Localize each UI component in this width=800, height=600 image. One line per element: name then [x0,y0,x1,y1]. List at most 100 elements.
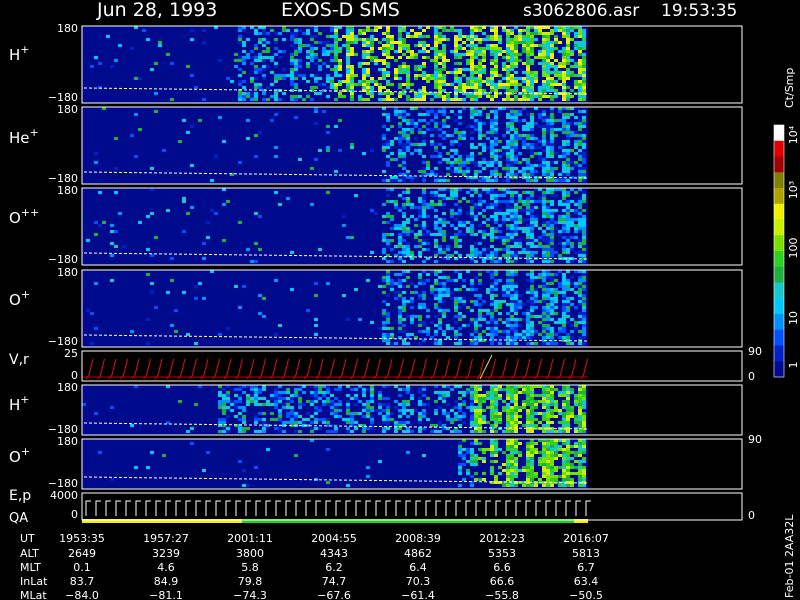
footer-row-label: MLat [20,589,47,600]
ep-sweep [355,500,361,516]
ep-sweep [325,500,331,516]
ytick-bottom: 0 [71,508,78,521]
vr-tick [177,358,186,380]
footer-cell: 2004:55 [311,532,357,545]
vr-tick [407,358,416,380]
ytick-top: 180 [57,184,78,197]
ytick-top: 180 [57,22,78,35]
footer-cell: −67.6 [317,589,351,600]
footer-cell: 0.1 [73,561,91,574]
vr-tick [338,358,347,380]
footer-cell: 1953:35 [59,532,105,545]
ep-sweep [105,500,111,516]
ep-sweep [85,500,91,516]
vr-tick [235,358,243,380]
ep-sweep [275,500,281,516]
footer-cell: −50.5 [569,589,603,600]
ep-sweep [315,500,321,516]
ytick-top: 25 [64,347,78,360]
panel-6: H+180−180 [9,381,743,436]
vr-tick [108,358,117,380]
ep-sweep [465,500,471,516]
colorbar-tick-label: 10³ [787,181,800,199]
ytick-top: 180 [57,103,78,116]
ep-sweep [545,500,551,516]
colorbar-segment [774,203,784,220]
footer-cell: 2012:23 [479,532,525,545]
ep-sweep [215,500,221,516]
ep-sweep [245,500,251,516]
ep-sweep [285,500,291,516]
ep-sweep [345,500,351,516]
ep-sweep [135,500,141,516]
vr-tick [568,358,577,380]
footer-cell: 83.7 [70,575,95,588]
footer-cell: 2016:07 [563,532,609,545]
colorbar-segment [774,125,784,142]
colorbar: 1 10 100 10³ 10⁴ [773,124,800,378]
vr-tick [212,358,220,380]
ep-sweep [565,500,571,516]
ep-sweep [495,500,501,516]
vr-tick [131,358,140,380]
panel-8: E,p 4000 0 0 [9,488,755,523]
spectrogram-figure: Jun 28, 1993 EXOS-D SMS s3062806.asr 19:… [9,0,800,600]
ep-sweep [95,500,101,516]
footer-cell: 4.6 [157,561,175,574]
vr-tick [522,358,531,380]
ep-sweep [195,500,201,516]
vr-tick [97,358,105,380]
vr-tick [534,358,542,380]
ep-sweep [365,500,371,516]
panel-label: O++ [9,206,39,227]
ep-sweep [585,500,591,516]
vr-tick [292,358,301,380]
vr-tick [85,358,94,380]
colorbar-segment [774,266,784,283]
vr-tick [200,358,209,380]
vr-tick [545,358,554,380]
colorbar-segment [774,140,784,157]
vr-tick [166,358,174,380]
ep-sweep [225,500,231,516]
vr-tick [384,358,393,380]
vr-tick [120,358,128,380]
footer-cell: 2001:11 [227,532,273,545]
right-tick-top: 90 [748,345,762,358]
footer-cell: 2649 [68,547,96,560]
ep-sweep [405,500,411,516]
vr-tick [154,358,163,380]
vr-tick [350,358,358,380]
right-tick-bottom: 0 [748,370,755,383]
vr-tick [396,358,404,380]
vr-tick [476,358,485,380]
footer-cell: 3239 [152,547,180,560]
ep-sweep [265,500,271,516]
vr-tick [488,358,496,380]
footer-cell: 6.4 [409,561,427,574]
colorbar-segment [774,282,784,299]
orbit-info-table: UT ALTMLTInLatMLat 1953:35 26490.183.7−84.0… [20,532,609,600]
vr-tick [499,358,508,380]
footer-cell: 74.7 [322,575,347,588]
vr-tick [453,358,462,380]
colorbar-tick-label: 100 [787,238,800,259]
footer-cell: 1957:27 [143,532,189,545]
ep-sweep [145,500,151,516]
colorbar-segment [774,188,784,205]
panel-frame [81,492,743,521]
footer-cell: 5813 [572,547,600,560]
footer-cell: −84.0 [65,589,99,600]
right-tick-bottom: 0 [748,509,755,522]
vr-tick [304,358,312,380]
footer-cell: −61.4 [401,589,435,600]
ep-sweep [375,500,381,516]
right-tick-top: 90 [748,433,762,446]
ytick-top: 4000 [50,489,78,502]
ep-sweep [165,500,171,516]
footer-cell: 66.6 [490,575,515,588]
panel-label: V,r [9,352,29,368]
vr-tick [281,358,289,380]
vr-tick [361,358,370,380]
header-instrument: EXOS-D SMS [281,0,400,21]
